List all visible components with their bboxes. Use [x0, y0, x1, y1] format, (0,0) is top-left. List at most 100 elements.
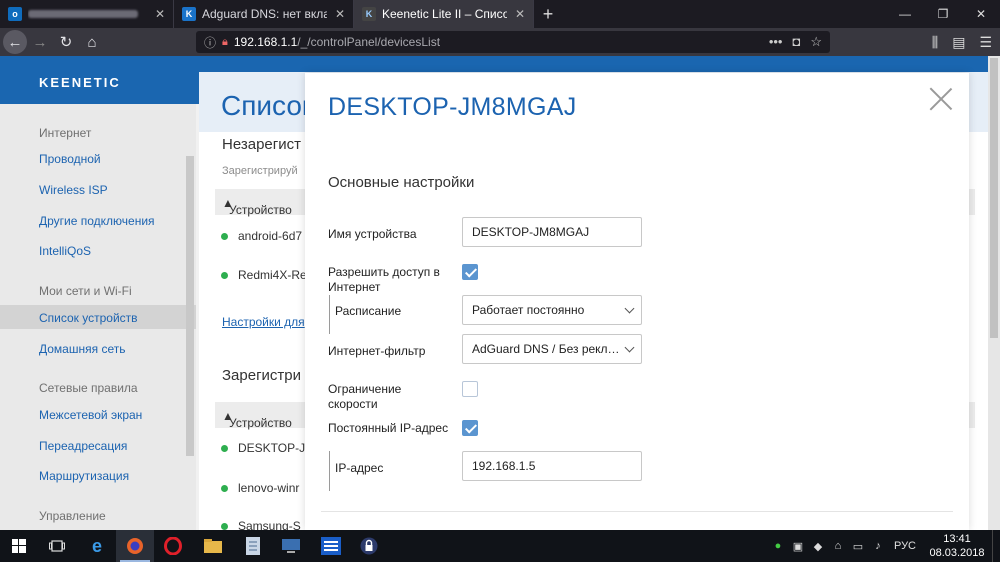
indent-bar	[329, 451, 330, 491]
start-button[interactable]	[0, 530, 38, 562]
library-icon[interactable]: ⫼	[932, 34, 938, 51]
device-name-label: Имя устройства	[328, 227, 417, 241]
sidebar-item-intelliqos[interactable]: IntelliQoS	[39, 244, 91, 258]
chevron-down-icon	[624, 303, 635, 314]
tray-shield-icon[interactable]: ◆	[808, 540, 828, 553]
indent-bar	[329, 295, 330, 334]
column-device[interactable]: Устройство ▲	[222, 196, 292, 217]
online-dot	[221, 271, 228, 279]
tab-keenetic[interactable]: K Keenetic Lite II – Список устро ✕	[354, 0, 534, 28]
reload-button[interactable]: ↻	[53, 29, 79, 55]
tab-outlook[interactable]: o ✕	[0, 0, 174, 28]
sidebar-toggle-icon[interactable]: ▤	[952, 34, 965, 51]
edge-icon[interactable]: e	[78, 530, 116, 562]
allow-internet-label: Разрешить доступ в Интернет	[328, 265, 440, 294]
allow-internet-checkbox[interactable]	[462, 264, 478, 280]
opera-icon[interactable]	[154, 530, 192, 562]
url-text: 192.168.1.1/_/controlPanel/devicesList	[233, 35, 441, 49]
close-tab-icon[interactable]: ✕	[515, 7, 525, 21]
ip-address-label: IP-адрес	[335, 461, 384, 475]
close-tab-icon[interactable]: ✕	[155, 7, 165, 21]
tab-title: Adguard DNS: нет вкладки в н	[202, 7, 327, 21]
page-title: Список	[221, 90, 315, 121]
close-window-icon[interactable]: ✕	[962, 0, 1000, 28]
file-explorer-icon[interactable]	[194, 530, 232, 562]
volume-icon[interactable]: ♪	[868, 540, 888, 552]
tray-usb-icon[interactable]: ⌂	[828, 540, 848, 552]
page-actions-icon[interactable]: •••	[769, 34, 783, 50]
table-row[interactable]: Redmi4X-Re	[221, 268, 307, 282]
show-desktop-button[interactable]	[992, 530, 1000, 562]
system-tray: ● ▣ ◆ ⌂ ▭ ♪ РУС 13:41 08.03.2018	[768, 530, 1000, 562]
sidebar-item-wired[interactable]: Проводной	[39, 152, 101, 166]
column-device[interactable]: Устройство ▲	[222, 409, 292, 430]
dialog-title: DESKTOP-JM8MGAJ	[328, 93, 577, 121]
page-scrollbar[interactable]	[988, 56, 1000, 530]
static-ip-checkbox[interactable]	[462, 420, 478, 436]
new-tab-button[interactable]: +	[534, 0, 562, 28]
info-icon[interactable]: ⓘ	[204, 34, 216, 51]
divider	[321, 511, 953, 512]
registered-heading: Зарегистри	[222, 367, 302, 384]
device-name-input[interactable]: DESKTOP-JM8MGAJ	[462, 217, 642, 247]
table-row[interactable]: DESKTOP-JM	[221, 441, 315, 455]
firefox-icon[interactable]	[116, 530, 154, 562]
network-icon[interactable]: ▭	[848, 540, 868, 553]
speed-limit-checkbox[interactable]	[462, 381, 478, 397]
url-bar[interactable]: ⓘ 🔒︎ 192.168.1.1/_/controlPanel/devicesL…	[196, 31, 830, 53]
online-dot	[221, 232, 228, 240]
insecure-lock-icon[interactable]: 🔒︎	[222, 36, 228, 49]
network-app-icon[interactable]	[272, 530, 310, 562]
back-button[interactable]: ←	[3, 30, 27, 54]
internet-filter-label: Интернет-фильтр	[328, 344, 426, 358]
speed-limit-label: Ограничение скорости	[328, 382, 402, 411]
notepad-icon[interactable]	[234, 530, 272, 562]
internet-filter-select[interactable]: AdGuard DNS / Без рекл…	[462, 334, 642, 364]
keenetic-app-icon[interactable]	[312, 530, 350, 562]
browser-tab-strip: o ✕ K Adguard DNS: нет вкладки в н ✕ K K…	[0, 0, 1000, 28]
online-dot	[221, 484, 228, 492]
sidebar-item-routing[interactable]: Маршрутизация	[39, 469, 129, 483]
sidebar-scrollbar[interactable]	[186, 156, 194, 456]
router-web-ui: KEENETIC Интернет Проводной Wireless ISP…	[0, 56, 1000, 530]
language-indicator[interactable]: РУС	[888, 540, 922, 552]
sidebar-item-wireless-isp[interactable]: Wireless ISP	[39, 183, 108, 197]
close-dialog-icon[interactable]	[929, 87, 953, 111]
ip-address-input[interactable]: 192.168.1.5	[462, 451, 642, 481]
settings-link[interactable]: Настройки для	[222, 315, 305, 329]
unregistered-subtitle: Зарегистрируй	[222, 165, 298, 177]
pocket-icon[interactable]: ◘	[792, 34, 800, 50]
online-dot	[221, 444, 228, 452]
table-row[interactable]: Samsung-S	[221, 519, 301, 530]
minimize-icon[interactable]: —	[886, 0, 924, 28]
schedule-select[interactable]: Работает постоянно	[462, 295, 642, 325]
window-controls: — ❐ ✕	[886, 0, 1000, 28]
table-row[interactable]: lenovo-winr	[221, 481, 299, 495]
sidebar-item-firewall[interactable]: Межсетевой экран	[39, 408, 142, 422]
tray-app-icon[interactable]: ▣	[788, 540, 808, 553]
tab-title: Keenetic Lite II – Список устро	[382, 7, 507, 21]
sidebar-item-forwarding[interactable]: Переадресация	[39, 439, 127, 453]
bookmark-star-icon[interactable]: ☆	[810, 34, 822, 50]
task-view-icon[interactable]	[38, 530, 76, 562]
sidebar-item-devices-list[interactable]: Список устройств	[0, 305, 196, 329]
static-ip-label: Постоянный IP-адрес	[328, 421, 449, 435]
forward-button[interactable]: →	[27, 29, 53, 55]
sidebar-heading-management: Управление	[39, 509, 106, 523]
device-settings-dialog: DESKTOP-JM8MGAJ Основные настройки Имя у…	[305, 73, 969, 530]
unregistered-heading: Незарегист	[222, 136, 301, 153]
scrollbar-thumb[interactable]	[990, 58, 998, 338]
sidebar-item-other-connections[interactable]: Другие подключения	[39, 214, 155, 228]
maximize-icon[interactable]: ❐	[924, 0, 962, 28]
close-tab-icon[interactable]: ✕	[335, 7, 345, 21]
schedule-label: Расписание	[335, 304, 402, 318]
tray-green-icon[interactable]: ●	[768, 540, 788, 552]
clock[interactable]: 13:41 08.03.2018	[922, 532, 992, 560]
section-heading: Основные настройки	[328, 174, 475, 191]
table-row[interactable]: android-6d7	[221, 229, 302, 243]
sidebar-item-home-network[interactable]: Домашняя сеть	[39, 342, 125, 356]
tab-adguard[interactable]: K Adguard DNS: нет вкладки в н ✕	[174, 0, 354, 28]
vpn-lock-icon[interactable]	[350, 530, 388, 562]
home-button[interactable]: ⌂	[79, 29, 105, 55]
menu-icon[interactable]: ☰	[979, 34, 992, 51]
